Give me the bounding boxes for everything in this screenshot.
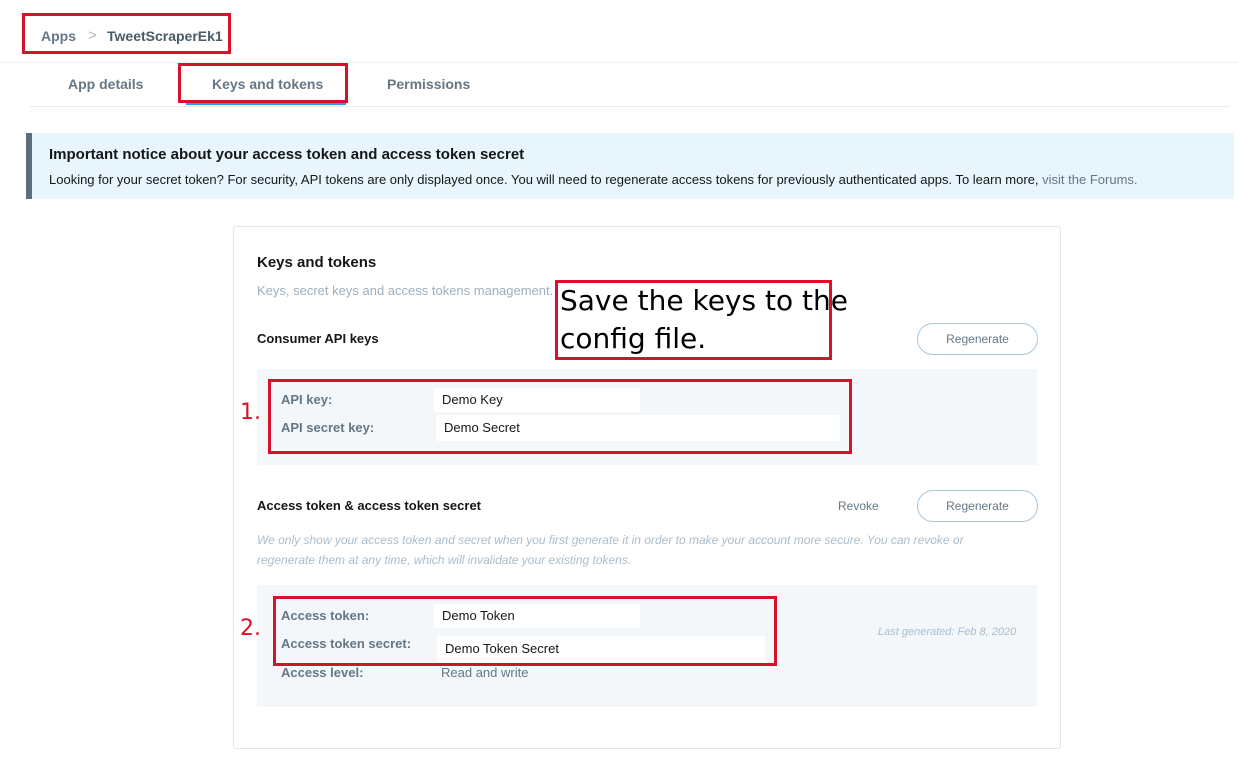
- last-generated-text: Last generated: Feb 8, 2020: [878, 626, 1017, 638]
- annotation-box-access-tokens: [273, 596, 777, 666]
- visit-forums-link[interactable]: visit the Forums.: [1042, 172, 1137, 187]
- annotation-box-consumer-keys: [268, 379, 852, 454]
- notice-text: Looking for your secret token? For secur…: [49, 172, 1138, 187]
- notice-body: Looking for your secret token? For secur…: [49, 172, 1039, 187]
- tab-app-details[interactable]: App details: [68, 76, 143, 92]
- notice-banner: [26, 133, 1234, 199]
- consumer-keys-heading: Consumer API keys: [257, 331, 379, 346]
- annotation-marker-2: 2.: [240, 616, 261, 641]
- annotation-marker-1: 1.: [240, 400, 261, 425]
- card-title: Keys and tokens: [257, 254, 377, 271]
- consumer-regenerate-button[interactable]: Regenerate: [917, 323, 1038, 355]
- access-token-note-line2: regenerate them at any time, which will …: [257, 553, 632, 567]
- notice-title: Important notice about your access token…: [49, 146, 525, 163]
- revoke-link[interactable]: Revoke: [838, 499, 879, 513]
- annotation-box-tab: [178, 63, 348, 103]
- access-level-value: Read and write: [441, 665, 529, 680]
- annotation-note-line1: Save the keys to the: [560, 284, 848, 317]
- access-token-heading: Access token & access token secret: [257, 498, 482, 513]
- card-subtitle: Keys, secret keys and access tokens mana…: [257, 283, 554, 298]
- access-level-label: Access level:: [281, 665, 364, 680]
- active-tab-indicator: [186, 103, 346, 105]
- annotation-box-breadcrumb: [22, 13, 231, 54]
- access-regenerate-button[interactable]: Regenerate: [917, 490, 1038, 522]
- access-token-note-line1: We only show your access token and secre…: [257, 533, 964, 547]
- tabs-divider: [30, 106, 1230, 107]
- tab-permissions[interactable]: Permissions: [387, 76, 470, 92]
- annotation-note-line2: config file.: [560, 322, 707, 355]
